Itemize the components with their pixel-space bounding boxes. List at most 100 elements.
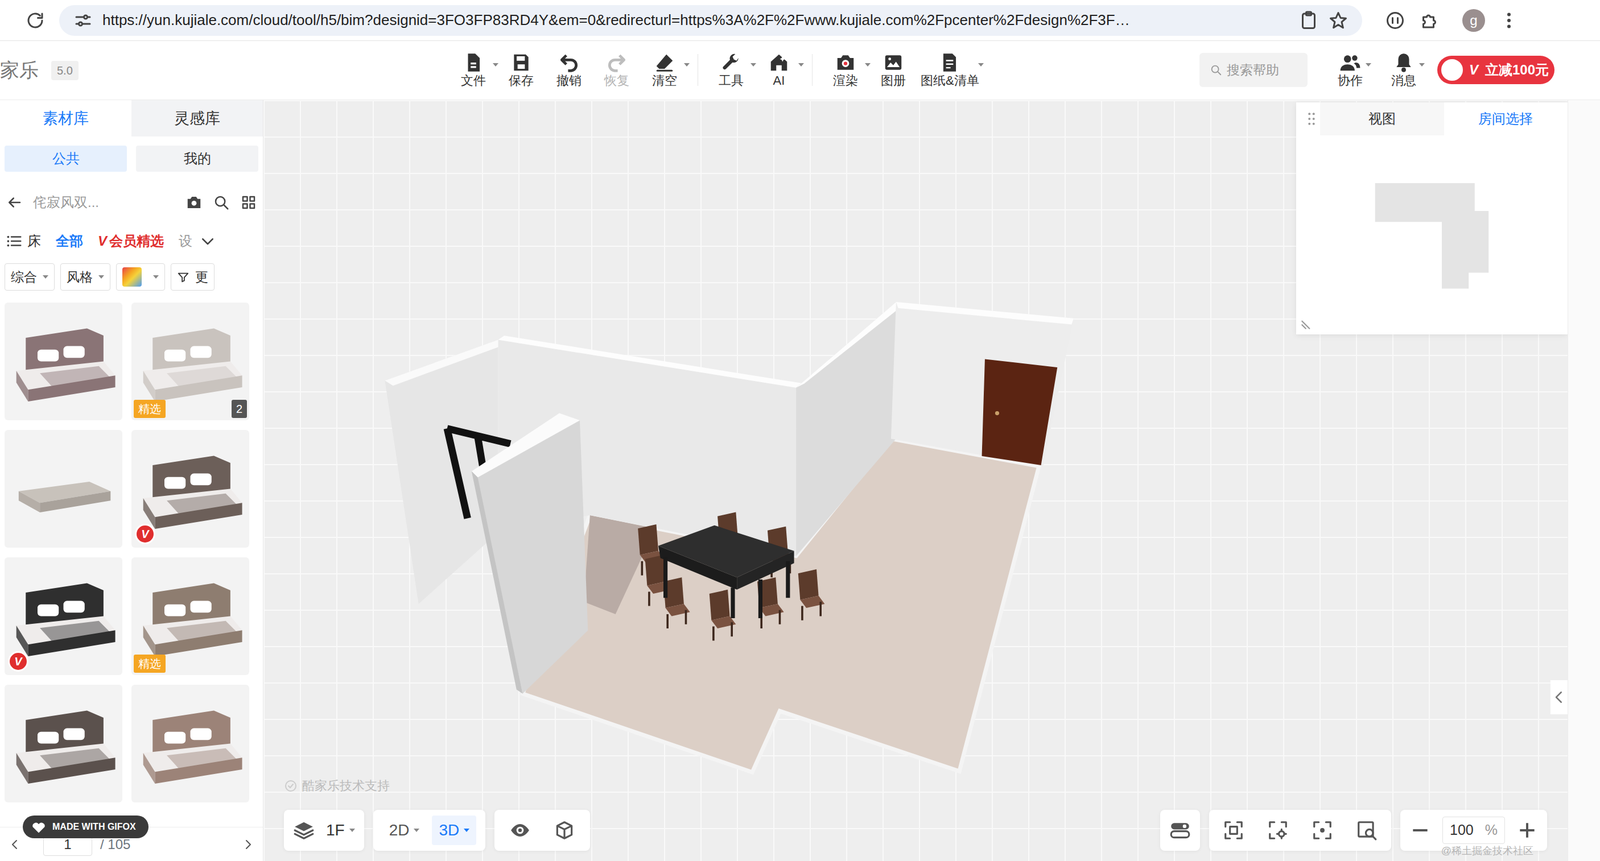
resize-handle-icon[interactable]: [1299, 316, 1315, 332]
tool-label: 恢复: [604, 73, 630, 89]
clipboard-icon[interactable]: [1298, 10, 1319, 31]
category-link[interactable]: 设: [178, 231, 193, 252]
tools-button[interactable]: 工具: [707, 49, 756, 91]
url-text[interactable]: https://yun.kujiale.com/cloud/tool/h5/bi…: [102, 9, 1290, 32]
grid-view-icon[interactable]: [240, 194, 258, 212]
dropdown-caret-icon: [978, 63, 984, 67]
category-link[interactable]: V会员精选: [97, 231, 164, 252]
zoom-unit: %: [1485, 819, 1498, 842]
scope-tab[interactable]: 我的: [135, 145, 259, 172]
tool-label: 工具: [718, 73, 744, 89]
bed-thumbnail-icon: [4, 685, 123, 803]
toggle-icon[interactable]: [1169, 819, 1191, 842]
toolbar-separator: [697, 54, 699, 86]
display-group: [494, 810, 591, 852]
material-item[interactable]: V: [131, 430, 250, 548]
box-icon[interactable]: [553, 819, 576, 842]
clear-button[interactable]: 清空: [640, 49, 689, 91]
color-swatch: [122, 267, 142, 287]
prev-page-icon[interactable]: [7, 838, 22, 852]
eye-icon[interactable]: [509, 819, 531, 842]
material-item[interactable]: [4, 685, 123, 803]
search-icon[interactable]: [212, 194, 230, 212]
zoom-in-icon[interactable]: [1516, 819, 1538, 842]
clear-icon: [653, 51, 676, 74]
bed-thumbnail-icon: [131, 685, 250, 803]
collab-button[interactable]: 协作: [1330, 49, 1371, 91]
material-item[interactable]: [131, 685, 250, 803]
material-item[interactable]: [4, 302, 123, 421]
library-tab[interactable]: 素材库: [0, 100, 132, 137]
view-tab-label: 视图: [1368, 108, 1396, 130]
help-search[interactable]: 搜索帮助: [1199, 52, 1308, 88]
next-page-icon[interactable]: [241, 838, 255, 852]
profile-avatar[interactable]: g: [1462, 9, 1486, 32]
mattress-thumbnail-icon: [4, 430, 123, 548]
ai-button[interactable]: AI: [755, 49, 803, 91]
material-item[interactable]: 精选: [131, 557, 250, 676]
view-mode-button[interactable]: 3D: [431, 815, 477, 846]
room-minimap[interactable]: [1296, 135, 1568, 335]
list-icon: [5, 232, 23, 250]
vip-mark: V: [1469, 59, 1479, 81]
extension-circle-icon[interactable]: [1384, 10, 1406, 31]
library-tab[interactable]: 灵感库: [131, 100, 263, 137]
zoom-out-icon[interactable]: [1409, 819, 1432, 842]
file-icon: [462, 51, 485, 74]
file-button[interactable]: 文件: [449, 49, 498, 91]
floor-selector[interactable]: 1F: [283, 810, 365, 852]
filter-more[interactable]: 更: [170, 263, 215, 291]
site-info-icon[interactable]: [72, 10, 94, 31]
view-panel: 视图 房间选择: [1296, 102, 1568, 335]
drawings-button[interactable]: 图纸&清单: [917, 49, 983, 91]
undo-icon: [558, 51, 580, 74]
focus-icon[interactable]: [1311, 819, 1334, 842]
tool-label: 撤销: [556, 73, 582, 89]
chevron-down-icon[interactable]: [199, 232, 217, 250]
render-button[interactable]: 渲染: [821, 49, 870, 91]
floor-dropdown[interactable]: 1F: [326, 818, 356, 843]
help-placeholder[interactable]: 搜索帮助: [1226, 60, 1280, 81]
fit-view-icon[interactable]: [1222, 819, 1245, 842]
3d-canvas[interactable]: 视图房间选择酷家乐技术支持1F2D3D100%@稀土掘金技术社区: [263, 100, 1568, 861]
bed-thumbnail-icon: [4, 302, 123, 421]
zoom-field[interactable]: 100%: [1442, 817, 1505, 845]
tool-label: 图纸&清单: [920, 73, 980, 89]
undo-button[interactable]: 撤销: [545, 49, 593, 91]
material-item[interactable]: V: [4, 557, 123, 676]
reload-icon[interactable]: [25, 10, 46, 31]
more-dots-icon[interactable]: [1498, 10, 1520, 31]
filter-dropdown[interactable]: 风格: [60, 263, 111, 291]
zoom-region-icon[interactable]: [1355, 819, 1378, 842]
promo-button[interactable]: V立减100元: [1437, 55, 1555, 85]
address-bar[interactable]: https://yun.kujiale.com/cloud/tool/h5/bi…: [59, 5, 1363, 36]
filter-dropdown[interactable]: 综合: [4, 263, 55, 291]
puzzle-icon[interactable]: [1419, 10, 1440, 31]
category-link[interactable]: 全部: [55, 231, 84, 252]
view-mode-button[interactable]: 2D: [382, 815, 427, 846]
bookmark-star-icon[interactable]: [1328, 10, 1349, 31]
category-name[interactable]: 床: [5, 231, 41, 252]
view-panel-tab[interactable]: 视图: [1320, 102, 1445, 136]
back-arrow-icon[interactable]: [5, 194, 23, 212]
material-item[interactable]: [4, 430, 123, 548]
view-settings-icon[interactable]: [1267, 819, 1289, 842]
messages-button[interactable]: 消息: [1383, 49, 1424, 91]
tools-icon: [720, 51, 742, 74]
logo-area: 家乐5.0: [0, 55, 450, 85]
material-item[interactable]: 精选2: [131, 302, 250, 421]
view-tab-label: 房间选择: [1478, 108, 1533, 130]
scope-tab[interactable]: 公共: [4, 145, 127, 172]
filter-color[interactable]: [116, 263, 166, 291]
view-panel-tab[interactable]: 房间选择: [1444, 102, 1569, 136]
album-button[interactable]: 图册: [869, 49, 918, 91]
dropdown-caret-icon: [1365, 63, 1372, 67]
gifox-badge: MADE WITH GIFOX: [22, 815, 149, 839]
tool-label: 渲染: [833, 73, 859, 89]
save-button[interactable]: 保存: [497, 49, 546, 91]
zoom-value[interactable]: 100: [1449, 819, 1474, 842]
search-field[interactable]: 侘寂风双...: [33, 192, 176, 213]
collapse-arrow-icon[interactable]: [1550, 680, 1568, 715]
drag-handle-icon[interactable]: [1302, 110, 1321, 128]
camera-search-icon[interactable]: [185, 194, 203, 212]
